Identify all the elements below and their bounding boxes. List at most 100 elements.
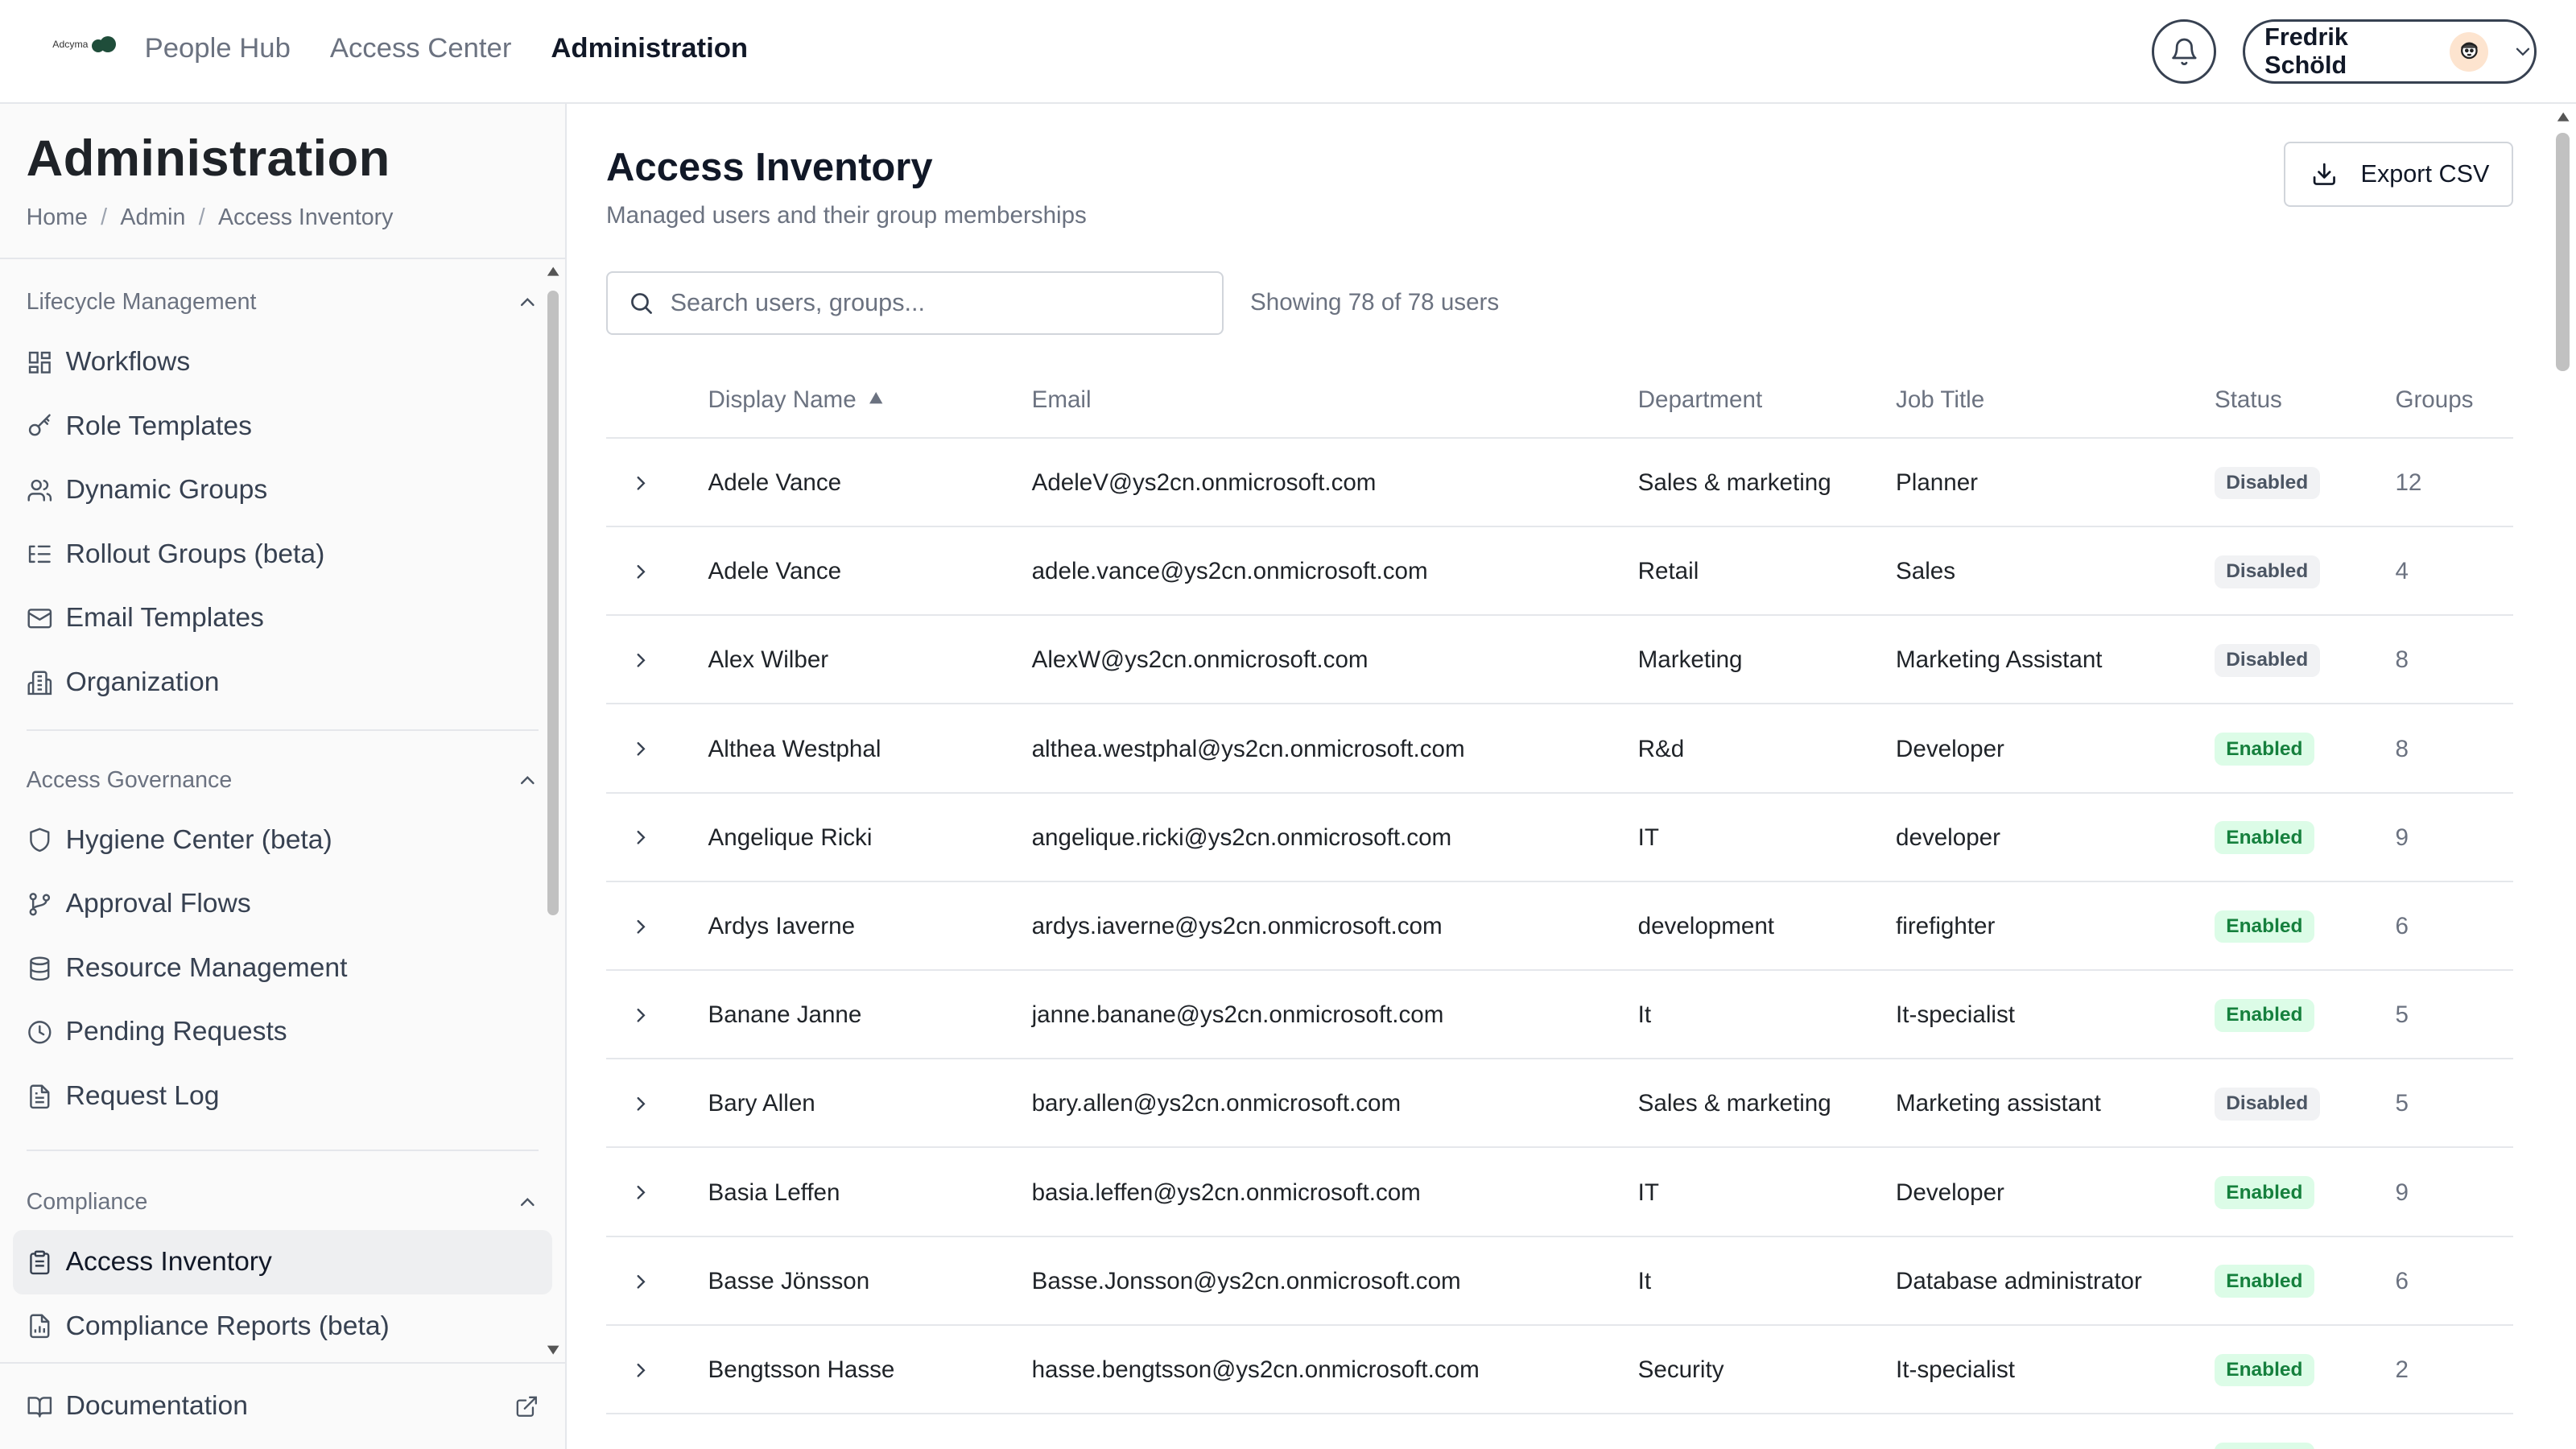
sidebar-item-label: Role Templates xyxy=(65,411,252,441)
sidebar-item-role-templates[interactable]: Role Templates xyxy=(13,394,551,459)
expand-row-button[interactable] xyxy=(630,971,653,1059)
table-row[interactable]: Adele Vance adele.vance@ys2cn.onmicrosoft… xyxy=(606,527,2514,617)
breadcrumb-home[interactable]: Home xyxy=(27,204,88,231)
expand-row-button[interactable] xyxy=(630,1414,653,1449)
chevron-right-icon xyxy=(637,1008,646,1022)
sidebar-item-approval-flows[interactable]: Approval Flows xyxy=(13,872,551,936)
search-box[interactable] xyxy=(606,270,1224,336)
notifications-button[interactable] xyxy=(2152,19,2217,85)
cell-job-title: Developer xyxy=(1896,1179,2004,1206)
sidebar-item-email-templates[interactable]: Email Templates xyxy=(13,586,551,650)
page-subtitle: Managed users and their group membership… xyxy=(606,202,1087,229)
sidebar-item-workflows[interactable]: Workflows xyxy=(13,330,551,394)
nav-people-hub[interactable]: People Hub xyxy=(145,33,291,64)
sidebar-item-access-inventory[interactable]: Access Inventory xyxy=(13,1230,552,1294)
status-badge: Disabled xyxy=(2214,643,2320,677)
column-header-display-name[interactable]: Display Name xyxy=(708,386,885,414)
export-csv-button[interactable]: Export CSV xyxy=(2283,141,2514,208)
section-compliance: Compliance Access Inventory Compliance R… xyxy=(0,1174,565,1359)
sidebar-scrollbar[interactable] xyxy=(544,261,560,1361)
column-header-job-title[interactable]: Job Title xyxy=(1896,386,1984,414)
expand-row-button[interactable] xyxy=(630,1237,653,1326)
cell-email: bary.allen@ys2cn.onmicrosoft.com xyxy=(1031,1090,1402,1117)
expand-row-button[interactable] xyxy=(630,616,653,704)
cell-department: IT xyxy=(1637,824,1659,851)
sidebar-item-hygiene-center[interactable]: Hygiene Center (beta) xyxy=(13,808,551,873)
status-badge: Enabled xyxy=(2214,1176,2314,1209)
brand-logo[interactable]: Adcyma xyxy=(52,35,117,53)
sidebar-item-label: Resource Management xyxy=(65,952,348,983)
main-content: Access Inventory Managed users and their… xyxy=(567,104,2549,1449)
section-header-compliance[interactable]: Compliance xyxy=(13,1174,551,1230)
table-row[interactable]: Althea Westphal althea.westphal@ys2cn.onm… xyxy=(606,704,2514,794)
cell-display-name: Ardys Iaverne xyxy=(708,912,856,939)
status-badge: Disabled xyxy=(2214,555,2320,588)
table-row[interactable]: Basia Leffen basia.leffen@ys2cn.onmicroso… xyxy=(606,1148,2514,1237)
cell-status: Enabled xyxy=(2214,1326,2314,1414)
status-badge: Enabled xyxy=(2214,1265,2314,1298)
logo-mark xyxy=(91,35,117,53)
expand-row-button[interactable] xyxy=(630,794,653,882)
table-row[interactable]: Banane Janne janne.banane@ys2cn.onmicroso… xyxy=(606,971,2514,1060)
cell-job-title: It-specialist xyxy=(1896,1356,2015,1383)
scroll-up-arrow-icon[interactable] xyxy=(2556,110,2570,123)
results-count: Showing 78 of 78 users xyxy=(1250,289,1500,316)
avatar xyxy=(2450,31,2489,72)
expand-row-button[interactable] xyxy=(630,439,653,527)
sidebar-item-request-log[interactable]: Request Log xyxy=(13,1064,551,1129)
cell-email: Basse.Jonsson@ys2cn.onmicrosoft.com xyxy=(1031,1267,1461,1294)
table-row[interactable]: Angelique Ricki angelique.ricki@ys2cn.onm… xyxy=(606,794,2514,882)
table-row[interactable]: Ardys Iaverne ardys.iaverne@ys2cn.onmicro… xyxy=(606,882,2514,972)
expand-row-button[interactable] xyxy=(630,1059,653,1148)
scroll-up-arrow-icon[interactable] xyxy=(546,265,560,278)
sidebar-item-compliance-reports[interactable]: Compliance Reports (beta) xyxy=(13,1294,551,1359)
column-header-status[interactable]: Status xyxy=(2215,386,2282,414)
status-badge: Disabled xyxy=(2214,466,2320,500)
search-input[interactable] xyxy=(670,289,1196,317)
table-row[interactable]: Bary Allen bary.allen@ys2cn.onmicrosoft.c… xyxy=(606,1059,2514,1149)
cell-job-title: Marketing Assistant xyxy=(1896,646,2103,674)
column-header-groups[interactable]: Groups xyxy=(2395,386,2473,414)
expand-row-button[interactable] xyxy=(630,882,653,971)
table-row[interactable]: Basse Jönsson Basse.Jonsson@ys2cn.onmicro… xyxy=(606,1237,2514,1326)
column-label: Display Name xyxy=(708,386,857,413)
logo-text: Adcyma xyxy=(52,39,89,51)
documentation-link[interactable]: Documentation xyxy=(0,1361,566,1449)
nav-administration[interactable]: Administration xyxy=(551,33,748,64)
cell-email: angelique.ricki@ys2cn.onmicrosoft.com xyxy=(1031,824,1452,851)
column-header-email[interactable]: Email xyxy=(1032,386,1092,414)
sidebar-item-pending-requests[interactable]: Pending Requests xyxy=(13,1001,551,1065)
sidebar-item-resource-management[interactable]: Resource Management xyxy=(13,936,551,1001)
cell-email: AdeleV@ys2cn.onmicrosoft.com xyxy=(1031,469,1377,496)
expand-row-button[interactable] xyxy=(630,527,653,616)
user-menu-button[interactable]: Fredrik Schöld xyxy=(2242,19,2537,85)
cell-email: adele.vance@ys2cn.onmicrosoft.com xyxy=(1031,558,1428,585)
breadcrumb-admin[interactable]: Admin xyxy=(120,204,185,231)
sidebar-scrollbar-thumb[interactable] xyxy=(547,291,559,915)
cell-status: Enabled xyxy=(2214,1148,2314,1236)
scroll-down-arrow-icon[interactable] xyxy=(546,1344,560,1356)
column-header-department[interactable]: Department xyxy=(1638,386,1763,414)
expand-row-button[interactable] xyxy=(630,1148,653,1236)
sidebar-item-dynamic-groups[interactable]: Dynamic Groups xyxy=(13,458,551,522)
section-header-lifecycle[interactable]: Lifecycle Management xyxy=(13,275,551,330)
main-scrollbar-thumb[interactable] xyxy=(2556,133,2570,372)
section-header-access-governance[interactable]: Access Governance xyxy=(13,753,551,808)
table-row[interactable]: Enabled xyxy=(606,1414,2513,1449)
table-row[interactable]: Alex Wilber AlexW@ys2cn.onmicrosoft.com Ma… xyxy=(606,616,2514,705)
sidebar-item-rollout-groups[interactable]: Rollout Groups (beta) xyxy=(13,522,551,587)
nav-access-center[interactable]: Access Center xyxy=(330,33,512,64)
expand-row-button[interactable] xyxy=(630,1326,653,1414)
cell-display-name: Basia Leffen xyxy=(708,1179,840,1206)
cell-display-name: Basse Jönsson xyxy=(708,1267,870,1294)
main-scrollbar[interactable] xyxy=(2549,103,2576,1449)
table-row[interactable]: Bengtsson Hasse hasse.bengtsson@ys2cn.onm… xyxy=(606,1326,2514,1415)
bell-icon xyxy=(2172,38,2197,65)
avatar-face-icon xyxy=(2461,42,2478,60)
cell-department: Sales & marketing xyxy=(1637,1090,1831,1117)
table-row[interactable]: Adele Vance AdeleV@ys2cn.onmicrosoft.com S… xyxy=(606,439,2514,528)
sidebar-item-organization[interactable]: Organization xyxy=(13,650,551,715)
section-divider xyxy=(26,729,539,732)
sidebar-nav: Lifecycle Management Workflows Role Temp… xyxy=(0,261,565,1361)
expand-row-button[interactable] xyxy=(630,704,653,793)
